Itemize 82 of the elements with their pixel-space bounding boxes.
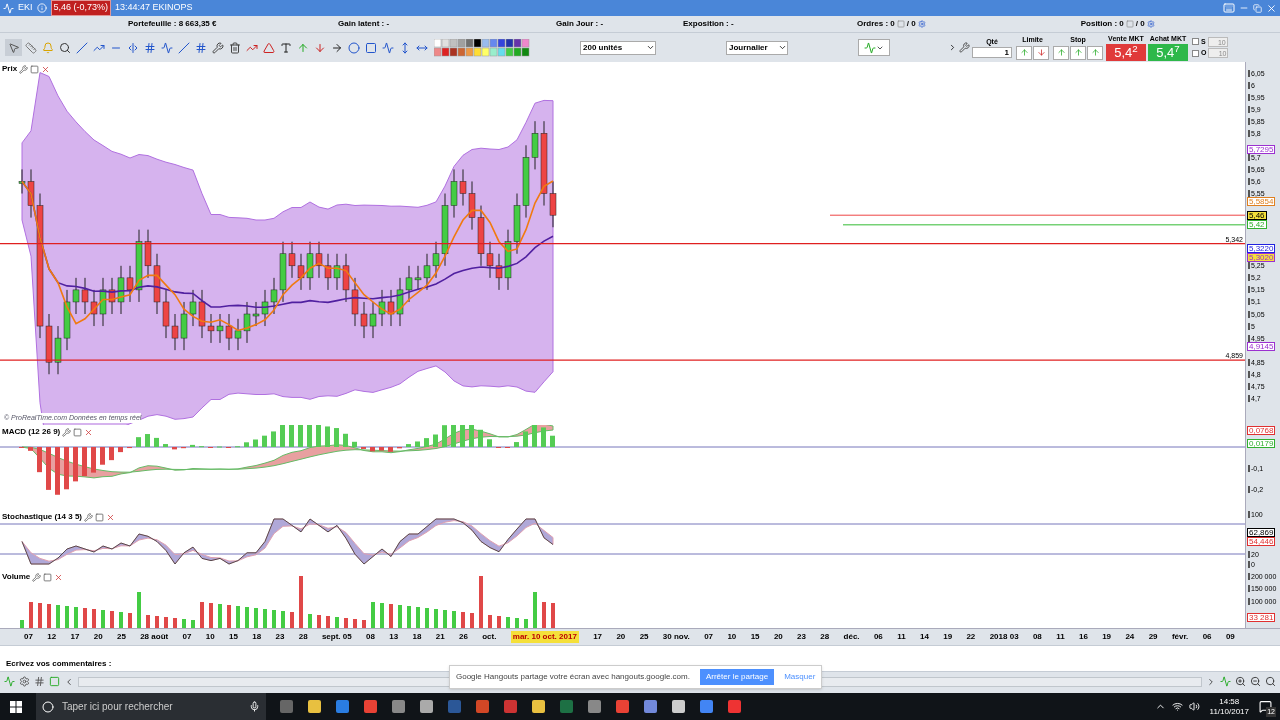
orders-label: Ordres : 0	[857, 18, 895, 30]
date-label: 28 août	[140, 631, 169, 643]
date-label: 10	[727, 631, 737, 643]
date-label: 25	[639, 631, 649, 643]
axis-value-badge: 33 281	[1247, 613, 1276, 623]
date-label: 08	[366, 631, 375, 643]
date-label: oct.	[482, 631, 497, 643]
axis-value-badge: 5,3220	[1247, 243, 1276, 253]
pane-title: MACD (12 26 9)	[2, 426, 61, 438]
date-label: mar. 10 oct. 2017	[510, 631, 579, 643]
date-label: 20	[773, 631, 783, 643]
date-label: 25	[116, 631, 126, 643]
axis-value-badge: 5,3020	[1247, 253, 1276, 263]
date-label: 28	[820, 631, 830, 643]
pane-title: Stochastique (14 3 5)	[2, 511, 83, 523]
position-total: / 0	[1135, 18, 1145, 30]
date-label: 13	[389, 631, 399, 643]
comments-label: Ecrivez vos commentaires :	[6, 659, 112, 668]
date-label: sept. 05	[321, 631, 352, 643]
date-label: 11	[897, 631, 906, 643]
clock-date: 11/10/2017	[1209, 706, 1249, 717]
stop-sharing-button[interactable]: Arrêter le partage	[699, 669, 775, 685]
qty-field[interactable]: 1	[972, 47, 1012, 59]
axis-value-badge: 4,9145	[1247, 342, 1276, 352]
axis-value-badge: 5,42	[1247, 220, 1267, 230]
hide-link[interactable]: Masquer	[784, 671, 816, 683]
date-label: 17	[70, 631, 80, 643]
date-label: 18	[252, 631, 262, 643]
symbol-label: EKI	[18, 1, 33, 15]
date-label: 19	[943, 631, 953, 643]
date-label: 07	[182, 631, 192, 643]
orders-total: / 0	[906, 18, 916, 30]
date-label: 16	[1078, 631, 1088, 643]
date-label: 15	[750, 631, 760, 643]
date-label: 10	[205, 631, 215, 643]
units-dropdown[interactable]: 200 unités	[580, 40, 656, 55]
date-label: 15	[229, 631, 238, 643]
date-label: 28	[298, 631, 308, 643]
date-label: 17	[593, 631, 603, 643]
date-label: 22	[966, 631, 976, 643]
axis-value-badge: 0,0179	[1247, 438, 1276, 448]
info-label: Portefeuille : 8 663,35 €	[128, 18, 218, 30]
position-label: Position : 0	[1080, 18, 1124, 30]
search-field[interactable]: Taper ici pour rechercher	[36, 693, 266, 720]
date-label: 2018 03	[989, 631, 1019, 643]
clock-time: 14:58	[1219, 696, 1240, 707]
axis-value-badge: 5,46	[1247, 210, 1267, 220]
date-label: 23	[275, 631, 285, 643]
date-label: 06	[873, 631, 883, 643]
date-label: 07	[24, 631, 33, 643]
date-label: 26	[459, 631, 468, 643]
axis-value-badge: 5,5854	[1247, 197, 1276, 207]
date-label: 20	[616, 631, 626, 643]
info-label: Gain latent : -	[338, 18, 391, 30]
date-label: 06	[1202, 631, 1212, 643]
price-badge: 5,46 (-0,73%)	[50, 0, 112, 16]
time-label: 13:44:47 EKINOPS	[115, 1, 193, 15]
date-label: 19	[1102, 631, 1112, 643]
date-label: 29	[1148, 631, 1158, 643]
date-label: 18	[412, 631, 422, 643]
info-label: Gain Jour : -	[556, 18, 605, 30]
buy-market-button[interactable]: 5,4$^{7}$	[1148, 44, 1188, 62]
date-label: 11	[1056, 631, 1065, 643]
date-label: 23	[797, 631, 806, 643]
date-label: 08	[1032, 631, 1042, 643]
info-label: Exposition : -	[683, 18, 735, 30]
date-label: 20	[93, 631, 103, 643]
date-label: 21	[435, 631, 445, 643]
date-label: 09	[1225, 631, 1235, 643]
date-label: déc.	[843, 631, 860, 643]
axis-value-badge: 0,0768	[1247, 426, 1276, 436]
date-label: févr.	[1171, 631, 1189, 643]
date-label: 24	[1125, 631, 1135, 643]
period-dropdown[interactable]: Journalier	[726, 40, 788, 55]
date-label: 14	[919, 631, 929, 643]
share-message: Google Hangouts partage votre écran avec hangouts.google.com.	[456, 671, 690, 683]
axis-value-badge: 5,7295	[1247, 144, 1276, 154]
date-label: 12	[47, 631, 57, 643]
sell-market-button[interactable]: 5,4$^{2}$	[1106, 44, 1146, 62]
date-label: 07	[704, 631, 714, 643]
axis-value-badge: 54,446	[1247, 537, 1276, 547]
date-label: 30 nov.	[662, 631, 690, 643]
